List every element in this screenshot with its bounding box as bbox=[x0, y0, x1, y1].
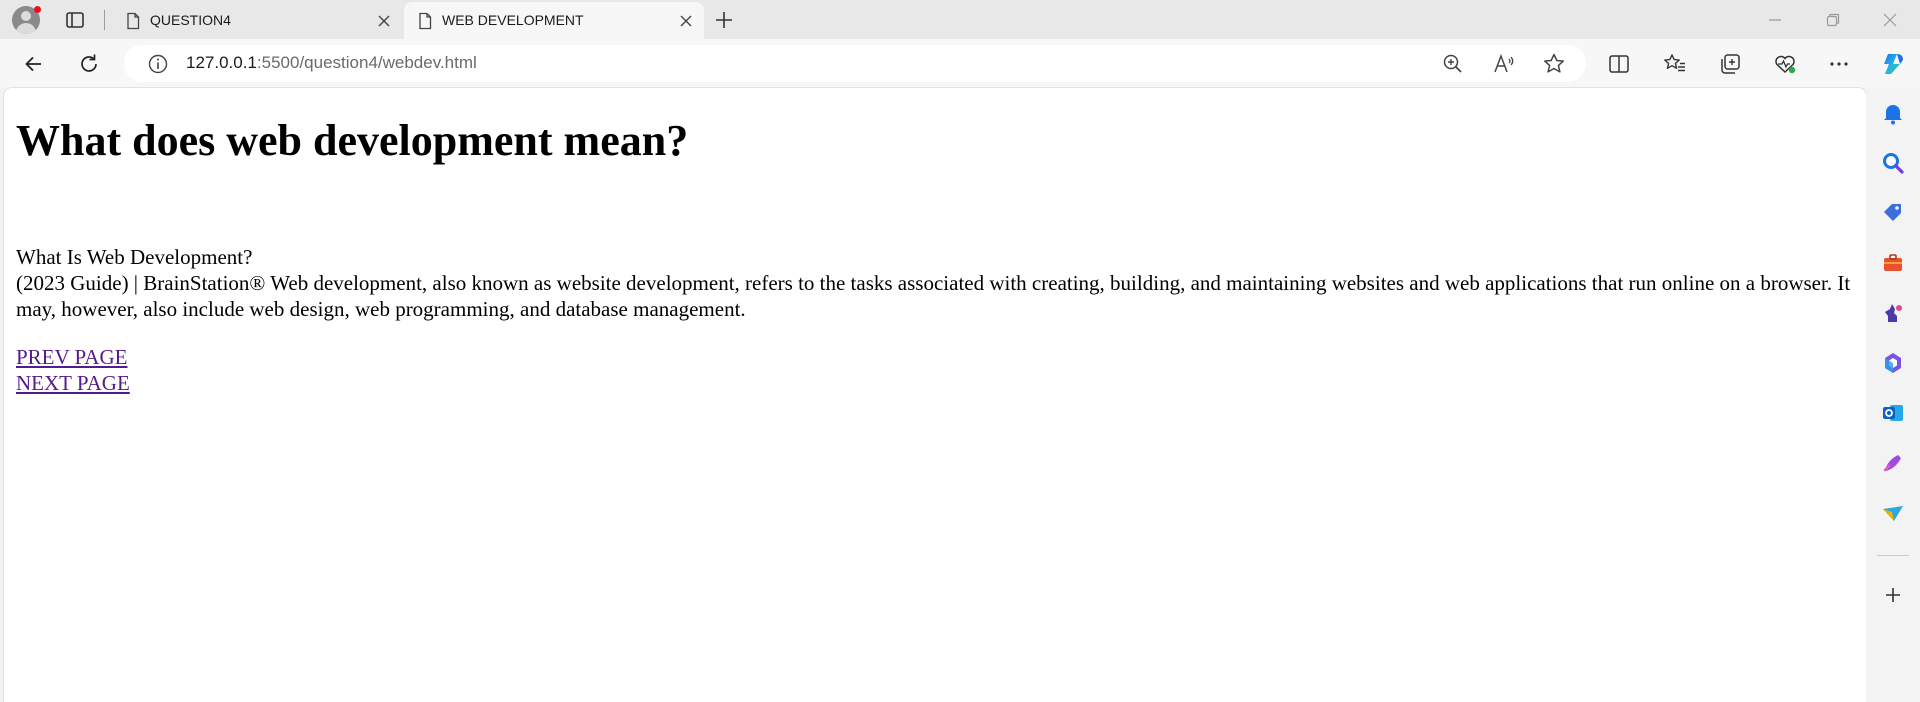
copilot-icon[interactable] bbox=[1879, 49, 1909, 79]
tools-icon[interactable] bbox=[1880, 250, 1906, 276]
edge-sidebar bbox=[1866, 88, 1920, 702]
favorite-star-icon[interactable] bbox=[1541, 51, 1567, 77]
tab-separator bbox=[104, 10, 105, 30]
zoom-icon[interactable] bbox=[1440, 51, 1466, 77]
sidebar-separator bbox=[1877, 555, 1909, 556]
url-text[interactable]: 127.0.0.1:5500/question4/webdev.html bbox=[186, 53, 477, 73]
navigation-links: PREV PAGE NEXT PAGE bbox=[16, 344, 130, 396]
more-icon[interactable] bbox=[1826, 51, 1852, 77]
restore-icon[interactable] bbox=[1821, 8, 1845, 32]
new-tab-icon[interactable] bbox=[713, 9, 735, 31]
tab-question4[interactable]: QUESTION4 bbox=[112, 2, 402, 39]
microsoft-365-icon[interactable] bbox=[1880, 350, 1906, 376]
refresh-icon[interactable] bbox=[76, 51, 102, 77]
tab-title: QUESTION4 bbox=[150, 12, 231, 28]
tab-title: WEB DEVELOPMENT bbox=[442, 12, 584, 28]
tab-actions-icon[interactable] bbox=[64, 9, 86, 31]
prev-page-link[interactable]: PREV PAGE bbox=[16, 344, 130, 370]
add-icon[interactable] bbox=[1880, 582, 1906, 608]
page-content: What does web development mean? What Is … bbox=[16, 88, 1856, 395]
description-paragraph: (2023 Guide) | BrainStation® Web develop… bbox=[16, 271, 1851, 321]
collections-icon[interactable] bbox=[1717, 51, 1743, 77]
url-host: 127.0.0.1 bbox=[186, 53, 257, 72]
close-tab-icon[interactable] bbox=[678, 13, 694, 29]
title-bar: QUESTION4 WEB DEVELOPMENT bbox=[0, 0, 1920, 39]
question-text: What Is Web Development? bbox=[16, 245, 253, 269]
close-tab-icon[interactable] bbox=[376, 13, 392, 29]
url-path: :5500/question4/webdev.html bbox=[256, 53, 477, 72]
site-info-icon[interactable] bbox=[145, 51, 171, 77]
document-icon bbox=[419, 12, 432, 30]
notifications-icon[interactable] bbox=[1880, 100, 1906, 126]
page-viewport: What does web development mean? What Is … bbox=[4, 88, 1866, 702]
designer-icon[interactable] bbox=[1880, 450, 1906, 476]
minimize-icon[interactable] bbox=[1763, 8, 1787, 32]
read-aloud-icon[interactable] bbox=[1491, 51, 1517, 77]
search-icon[interactable] bbox=[1880, 150, 1906, 176]
shopping-icon[interactable] bbox=[1880, 200, 1906, 226]
split-screen-icon[interactable] bbox=[1606, 51, 1632, 77]
close-window-icon[interactable] bbox=[1878, 8, 1902, 32]
next-page-link[interactable]: NEXT PAGE bbox=[16, 370, 130, 396]
games-icon[interactable] bbox=[1880, 300, 1906, 326]
tab-web-development[interactable]: WEB DEVELOPMENT bbox=[404, 2, 704, 39]
back-icon[interactable] bbox=[21, 51, 47, 77]
document-icon bbox=[127, 12, 140, 30]
page-heading: What does web development mean? bbox=[16, 116, 689, 165]
profile-notification-dot bbox=[34, 6, 41, 13]
favorites-icon[interactable] bbox=[1662, 51, 1688, 77]
send-icon[interactable] bbox=[1880, 500, 1906, 526]
outlook-icon[interactable] bbox=[1880, 400, 1906, 426]
browser-essentials-icon[interactable] bbox=[1772, 51, 1798, 77]
